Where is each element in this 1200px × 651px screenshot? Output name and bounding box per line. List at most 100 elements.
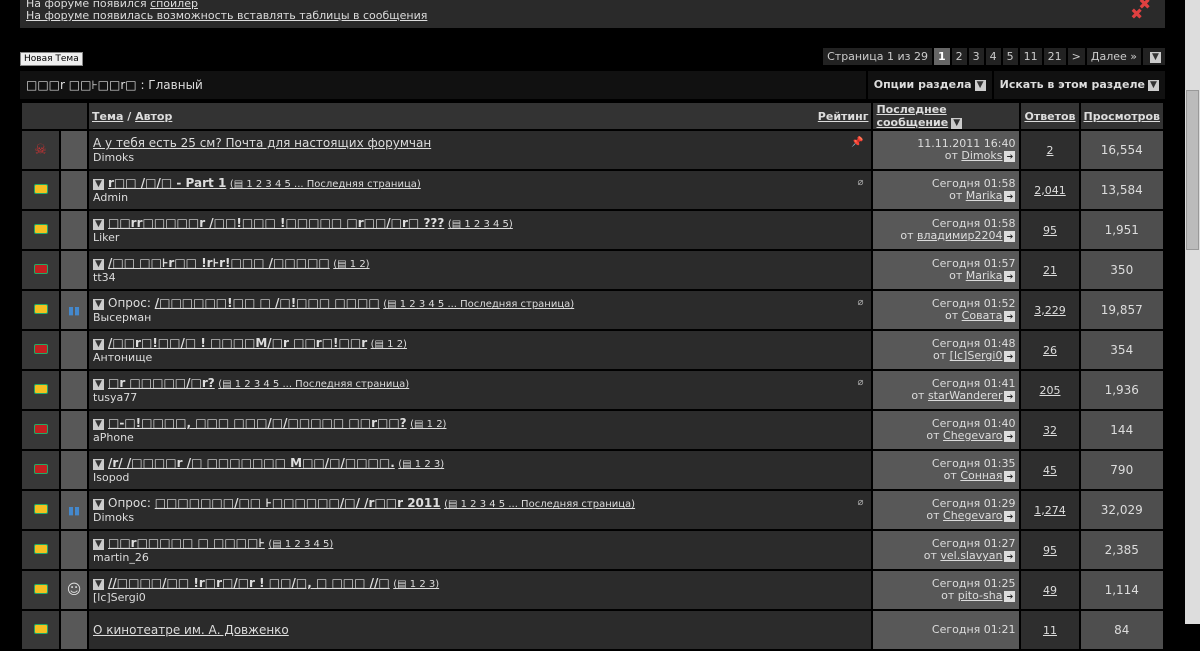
first-unread-icon[interactable]: ▼ — [93, 178, 104, 190]
sort-topic-link[interactable]: Тема — [92, 110, 123, 123]
thread-pages[interactable]: (▤ 1 2 3) — [398, 459, 444, 470]
page-link[interactable]: 11 — [1019, 48, 1042, 65]
thread-title-link[interactable]: /□□r□!□□/□ ! □□□□M/□r □□r□!□□r — [108, 336, 367, 350]
replies-link[interactable]: 2 — [1046, 144, 1053, 157]
replies-link[interactable]: 26 — [1043, 344, 1057, 357]
last-poster-link[interactable]: Marika — [966, 269, 1003, 282]
thread-title-link[interactable]: А у тебя есть 25 см? Почта для настоящих… — [93, 136, 431, 150]
thread-pages[interactable]: (▤ 1 2 3 4 5) — [448, 219, 513, 230]
go-to-last-post-icon[interactable]: ➔ — [1004, 191, 1016, 202]
replies-link[interactable]: 1,274 — [1034, 504, 1066, 517]
replies-link[interactable]: 11 — [1043, 624, 1057, 637]
go-to-last-post-icon[interactable]: ➔ — [1004, 351, 1016, 362]
thread-title-link[interactable]: /r/ /□□□□r /□ □□□□□□□ M□□/□/□□□□. — [108, 456, 395, 470]
thread-pages[interactable]: (▤ 1 2 3 4 5 ... Последняя страница) — [218, 379, 409, 390]
thread-pages[interactable]: (▤ 1 2 3 4 5 ... Последняя страница) — [383, 299, 574, 310]
last-poster-link[interactable]: Chegevaro — [943, 429, 1002, 442]
go-to-last-post-icon[interactable]: ➔ — [1004, 311, 1016, 322]
first-unread-icon[interactable]: ▼ — [93, 418, 104, 430]
last-poster-link[interactable]: vel.slavyan — [940, 549, 1002, 562]
first-unread-icon[interactable]: ▼ — [93, 338, 104, 350]
jump-page-icon[interactable]: ▼ — [1143, 48, 1165, 65]
first-unread-icon[interactable]: ▼ — [93, 458, 104, 470]
sort-replies-link[interactable]: Ответов — [1024, 110, 1075, 123]
go-to-last-post-icon[interactable]: ➔ — [1004, 511, 1016, 522]
thread-title-link[interactable]: /□□ □□⊦r□□ !r⊦r!□□□ /□□□□□ — [108, 256, 330, 270]
thread-author[interactable]: Admin — [93, 191, 867, 204]
replies-link[interactable]: 2,041 — [1034, 184, 1066, 197]
scrollbar[interactable] — [1185, 0, 1200, 624]
close-icon[interactable]: ✖ — [1130, 7, 1143, 22]
page-link[interactable]: 1 — [933, 48, 950, 65]
thread-pages[interactable]: (▤ 1 2 3 4 5) — [268, 539, 333, 550]
last-poster-link[interactable]: Chegevaro — [943, 509, 1002, 522]
tables-notice-link[interactable]: На форуме появилась возможность вставлят… — [26, 9, 427, 22]
go-to-last-post-icon[interactable]: ➔ — [1004, 431, 1016, 442]
sort-author-link[interactable]: Автор — [135, 110, 172, 123]
thread-pages[interactable]: (▤ 1 2) — [410, 419, 446, 430]
sort-last-post-link[interactable]: Последнее сообщение — [876, 103, 948, 129]
thread-title-link[interactable]: О кинотеатре им. А. Довженко — [93, 623, 289, 637]
last-poster-link[interactable]: Совата — [962, 309, 1003, 322]
thread-author[interactable]: Dimoks — [93, 511, 867, 524]
thread-title-link[interactable]: //□□□□/□□ !r□r□/□r ! □□/□, □ □□□ //□ — [108, 576, 390, 590]
page-link[interactable]: 21 — [1043, 48, 1066, 65]
go-to-last-post-icon[interactable]: ➔ — [1004, 391, 1016, 402]
thread-title-link[interactable]: □□rr□□□□□r /□□!□□□ !□□□□□ □r□□/□r□ ??? — [108, 216, 444, 230]
first-unread-icon[interactable]: ▼ — [93, 578, 104, 590]
replies-link[interactable]: 32 — [1043, 424, 1057, 437]
last-poster-link[interactable]: starWanderer — [928, 389, 1003, 402]
first-unread-icon[interactable]: ▼ — [93, 218, 104, 230]
first-unread-icon[interactable]: ▼ — [93, 298, 104, 310]
thread-author[interactable]: Высерман — [93, 311, 867, 324]
last-poster-link[interactable]: Dimoks — [961, 149, 1002, 162]
replies-link[interactable]: 95 — [1043, 544, 1057, 557]
sort-views-link[interactable]: Просмотров — [1084, 110, 1160, 123]
replies-link[interactable]: 45 — [1043, 464, 1057, 477]
first-unread-icon[interactable]: ▼ — [93, 538, 104, 550]
thread-title-link[interactable]: /□□□□□□!□□ □ /□!□□□ □□□□ — [155, 296, 380, 310]
new-thread-button[interactable]: Новая Тема — [20, 52, 83, 66]
page-link[interactable]: 4 — [985, 48, 1001, 65]
further-link[interactable]: Далее » — [1086, 48, 1141, 65]
thread-author[interactable]: martin_26 — [93, 551, 867, 564]
thread-pages[interactable]: (▤ 1 2) — [371, 339, 407, 350]
page-link[interactable]: 3 — [968, 48, 984, 65]
thread-author[interactable]: Liker — [93, 231, 867, 244]
thread-pages[interactable]: (▤ 1 2) — [333, 259, 369, 270]
replies-link[interactable]: 3,229 — [1034, 304, 1066, 317]
last-poster-link[interactable]: владимир2204 — [917, 229, 1002, 242]
thread-author[interactable]: Isopod — [93, 471, 867, 484]
replies-link[interactable]: 21 — [1043, 264, 1057, 277]
thread-author[interactable]: [lc]Sergi0 — [93, 591, 867, 604]
thread-author[interactable]: Антонище — [93, 351, 867, 364]
replies-link[interactable]: 205 — [1039, 384, 1060, 397]
thread-author[interactable]: Dimoks — [93, 151, 867, 164]
page-link[interactable]: 5 — [1002, 48, 1018, 65]
thread-title-link[interactable]: r□□ /□/□ - Part 1 — [108, 176, 226, 190]
thread-title-link[interactable]: □-□!□□□□, □□□ □□□/□/□□□□□ □□r□□? — [108, 416, 407, 430]
go-to-last-post-icon[interactable]: ➔ — [1004, 151, 1016, 162]
thread-author[interactable]: tusya77 — [93, 391, 867, 404]
thread-pages[interactable]: (▤ 1 2 3) — [393, 579, 439, 590]
search-section-button[interactable]: Искать в этом разделе ▼ — [991, 71, 1165, 99]
scrollbar-thumb[interactable] — [1186, 90, 1199, 250]
replies-link[interactable]: 49 — [1043, 584, 1057, 597]
last-poster-link[interactable]: pito-sha — [958, 589, 1003, 602]
go-to-last-post-icon[interactable]: ➔ — [1004, 271, 1016, 282]
thread-pages[interactable]: (▤ 1 2 3 4 5 ... Последняя страница) — [444, 499, 635, 510]
next-page-link[interactable]: > — [1067, 48, 1085, 65]
last-poster-link[interactable]: [lc]Sergi0 — [950, 349, 1003, 362]
go-to-last-post-icon[interactable]: ➔ — [1004, 231, 1016, 242]
last-poster-link[interactable]: Сонная — [960, 469, 1002, 482]
go-to-last-post-icon[interactable]: ➔ — [1004, 591, 1016, 602]
thread-author[interactable]: aPhone — [93, 431, 867, 444]
first-unread-icon[interactable]: ▼ — [93, 498, 104, 510]
first-unread-icon[interactable]: ▼ — [93, 258, 104, 270]
thread-author[interactable]: tt34 — [93, 271, 867, 284]
go-to-last-post-icon[interactable]: ➔ — [1004, 471, 1016, 482]
thread-pages[interactable]: (▤ 1 2 3 4 5 ... Последняя страница) — [230, 179, 421, 190]
thread-title-link[interactable]: □□r□□□□□ □ □□□□⊦ — [108, 536, 265, 550]
go-to-last-post-icon[interactable]: ➔ — [1004, 551, 1016, 562]
thread-title-link[interactable]: □□□□□□□/□□ ⊦□□□□□□/□/ /r□□r 2011 — [155, 496, 441, 510]
